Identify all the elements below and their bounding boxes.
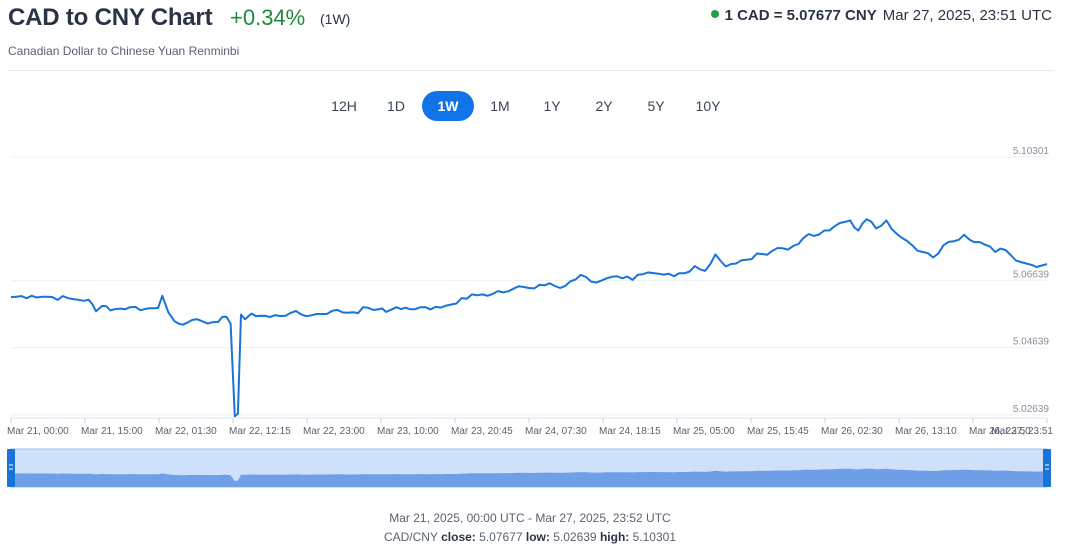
range-tabs: 12H 1D 1W 1M 1Y 2Y 5Y 10Y (318, 91, 734, 121)
tab-1w[interactable]: 1W (422, 91, 474, 121)
live-dot-icon (710, 10, 719, 18)
tab-10y[interactable]: 10Y (682, 91, 734, 121)
x-tick-label: Mar 25, 15:45 (747, 426, 809, 437)
y-tick-label: 5.10301 (1013, 146, 1050, 157)
y-tick-label: 5.06639 (1013, 269, 1050, 280)
x-tick-label: Mar 22, 01:30 (155, 426, 217, 437)
page-title: CAD to CNY Chart (8, 4, 213, 31)
percent-change: +0.34% (230, 5, 306, 30)
rate-chart[interactable]: 5.10301 5.06639 5.04639 5.02639 Mar 21, 00:0… (0, 140, 1060, 500)
chart-header: CAD to CNY Chart +0.34% (1W) Canadian Do… (0, 0, 1080, 70)
x-tick-label: Mar 22, 12:15 (229, 426, 291, 437)
x-tick-label: Mar 26, 02:30 (821, 426, 883, 437)
x-tick-label: Mar 24, 07:30 (525, 426, 587, 437)
y-tick-label: 5.04639 (1013, 337, 1050, 348)
tab-1y[interactable]: 1Y (526, 91, 578, 121)
rate-value: 1 CAD = 5.07677 CNY (724, 7, 877, 24)
period-tag: (1W) (320, 11, 351, 27)
y-tick-label: 5.02639 (1013, 404, 1050, 415)
tab-1d[interactable]: 1D (370, 91, 422, 121)
summary-stats: CAD/CNY close: 5.07677 low: 5.02639 high… (0, 530, 1060, 544)
x-tick-label: Mar 21, 00:00 (7, 426, 69, 437)
pair-name: CAD/CNY (383, 530, 438, 544)
tab-5y[interactable]: 5Y (630, 91, 682, 121)
close-label: close: (441, 530, 476, 544)
low-value: 5.02639 (553, 530, 597, 544)
high-label: high: (599, 530, 630, 544)
low-label: low: (525, 530, 550, 544)
date-range-text: Mar 21, 2025, 00:00 UTC - Mar 27, 2025, … (389, 511, 671, 525)
high-value: 5.10301 (632, 530, 677, 544)
navigator-handle-right (1043, 449, 1051, 487)
rate-line (10, 218, 1048, 418)
x-tick-label: Mar 24, 18:15 (599, 426, 661, 437)
x-tick-label: Mar 21, 15:00 (81, 426, 143, 437)
close-value: 5.07677 (479, 530, 523, 544)
tab-2y[interactable]: 2Y (578, 91, 630, 121)
tab-1m[interactable]: 1M (474, 91, 526, 121)
rate-timestamp: Mar 27, 2025, 23:51 UTC (882, 7, 1052, 24)
x-tick-label: Mar 27, 23:51 (991, 426, 1053, 437)
navigator-handle-left (7, 449, 15, 487)
pair-subtitle: Canadian Dollar to Chinese Yuan Renminbi (8, 44, 240, 58)
header-divider (8, 70, 1054, 71)
x-tick-label: Mar 26, 13:10 (895, 426, 957, 437)
live-rate: 1 CAD = 5.07677 CNY Mar 27, 2025, 23:51 U… (710, 7, 1052, 24)
tab-12h[interactable]: 12H (318, 91, 370, 121)
x-tick-label: Mar 23, 20:45 (451, 426, 513, 437)
x-tick-label: Mar 23, 10:00 (377, 426, 439, 437)
x-tick-label: Mar 25, 05:00 (673, 426, 735, 437)
x-tick-label: Mar 22, 23:00 (303, 426, 365, 437)
